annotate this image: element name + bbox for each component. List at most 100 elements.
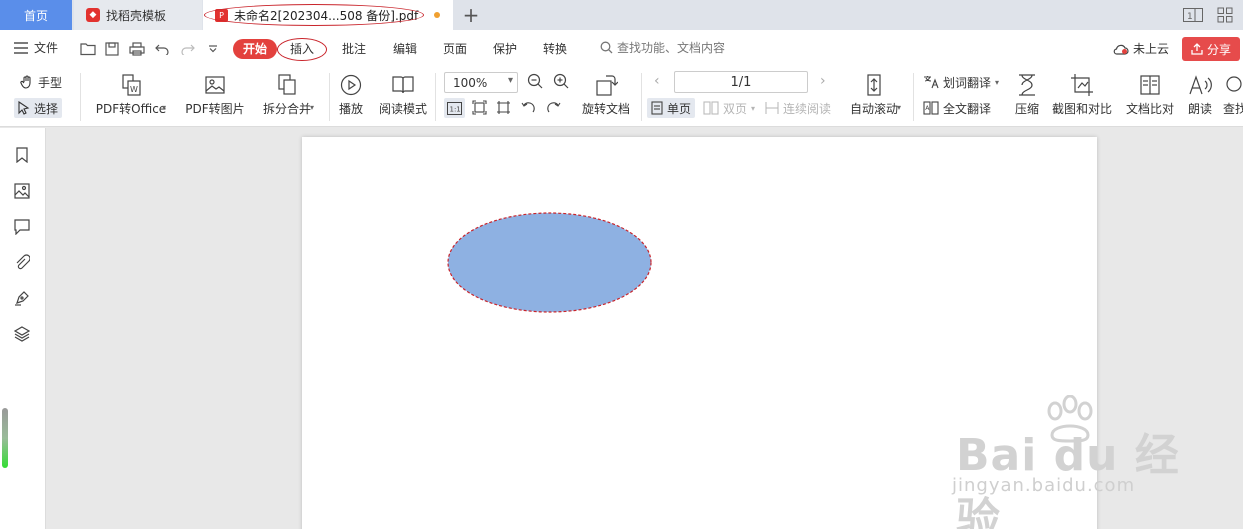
cursor-arrow-icon (18, 101, 30, 115)
pdf-to-office-label: PDF转Office (95, 102, 167, 116)
actual-size-icon[interactable]: 1:1 (444, 98, 465, 118)
tab-home-label: 首页 (23, 8, 48, 23)
word-translate-label: 划词翻译 (943, 75, 992, 90)
page-number-input[interactable]: 1/1 (674, 71, 808, 93)
watermark-url-text: jingyan.baidu.com (952, 475, 1136, 496)
word-translate-button[interactable]: 划词翻译 ▾ (923, 72, 999, 92)
fit-width-icon[interactable] (496, 100, 511, 118)
select-tool-button[interactable]: 选择 (14, 98, 63, 118)
compress-button[interactable]: 压缩 (1012, 72, 1042, 117)
grid-view-icon[interactable] (1214, 5, 1236, 25)
save-icon[interactable] (103, 40, 121, 58)
pdf-to-office-icon: W (118, 72, 144, 98)
play-label: 播放 (338, 102, 363, 116)
ribbon-toolbar: 手型 选择 W PDF转Office ▾ PDF转图片 拆分合并 ▾ 播放 阅读… (0, 67, 1243, 127)
menu-tab-page[interactable]: 页面 (443, 39, 467, 59)
select-tool-label: 选择 (34, 101, 59, 116)
full-translate-button[interactable]: A 全文翻译 (923, 98, 991, 118)
hand-tool-button[interactable]: 手型 (20, 72, 62, 92)
tab-home[interactable]: 首页 (0, 0, 72, 30)
menu-tab-annotate[interactable]: 批注 (342, 39, 366, 59)
feature-search-input[interactable]: 查找功能、文档内容 (600, 39, 725, 56)
auto-scroll-dropdown-icon[interactable]: ▾ (897, 103, 901, 112)
pdf-to-image-button[interactable]: PDF转图片 (184, 72, 246, 117)
docer-logo-icon: ◆ (86, 8, 100, 22)
watermark-main-text: Bai du 经验 (956, 430, 1180, 529)
play-button[interactable]: 播放 (336, 72, 366, 117)
layers-icon[interactable] (12, 324, 32, 344)
double-page-label: 双页 (723, 101, 748, 116)
thumbnail-icon[interactable] (12, 181, 32, 201)
new-tab-label: + (462, 3, 480, 27)
rotate-right-icon[interactable] (546, 100, 561, 118)
continuous-read-button[interactable]: 连续阅读 (765, 98, 831, 118)
file-menu-label: 文件 (34, 41, 59, 55)
cloud-status[interactable]: 未上云 (1113, 40, 1169, 57)
redo-icon[interactable] (179, 40, 197, 58)
doc-compare-button[interactable]: 文档比对 (1124, 72, 1176, 117)
unsaved-dot-icon (434, 12, 440, 18)
bookmark-icon[interactable] (12, 145, 32, 165)
split-merge-icon (274, 72, 300, 98)
next-page-icon[interactable]: › (820, 73, 826, 89)
menu-tab-convert[interactable]: 转换 (543, 39, 567, 59)
menu-tab-start[interactable]: 开始 (233, 39, 277, 59)
auto-scroll-button[interactable]: 自动滚动 (845, 72, 903, 117)
double-page-button[interactable]: 双页 ▾ (703, 98, 755, 118)
read-mode-label: 阅读模式 (378, 102, 427, 116)
tab-template[interactable]: ◆ 找稻壳模板 (74, 0, 202, 30)
search-icon (600, 41, 613, 54)
svg-text:1: 1 (1187, 12, 1193, 22)
find-label: 查找 (1223, 102, 1243, 116)
comment-icon[interactable] (12, 217, 32, 237)
play-icon (338, 72, 364, 98)
screenshot-compare-button[interactable]: 截图和对比 (1050, 72, 1114, 117)
signature-pen-icon[interactable] (12, 288, 32, 308)
share-button[interactable]: 分享 (1182, 37, 1240, 61)
zoom-select[interactable]: 100% ▾ (444, 72, 518, 93)
pdf-to-office-button[interactable]: W PDF转Office (92, 72, 170, 117)
read-aloud-label: 朗读 (1187, 102, 1212, 116)
toolbar-divider (329, 73, 330, 121)
rotate-document-button[interactable]: 旋转文档 (580, 72, 632, 117)
window-mode-icon[interactable]: 1 (1182, 5, 1204, 25)
prev-page-icon[interactable]: ‹ (654, 73, 660, 89)
doc-compare-label: 文档比对 (1125, 102, 1174, 116)
print-icon[interactable] (128, 40, 146, 58)
cloud-status-label: 未上云 (1133, 42, 1170, 56)
pdf-to-image-label: PDF转图片 (185, 102, 245, 116)
menu-tab-protect[interactable]: 保护 (493, 39, 517, 59)
find-button[interactable]: 查找 (1223, 72, 1243, 117)
full-translate-label: 全文翻译 (943, 101, 992, 116)
menu-bar: 文件 开始 插入 批注 编辑 页面 保护 转换 查找功能、文档内容 未上云 分享 (0, 30, 1243, 67)
split-merge-button[interactable]: 拆分合并 (258, 72, 316, 117)
find-icon (1223, 72, 1243, 98)
split-merge-dropdown-icon[interactable]: ▾ (310, 103, 314, 112)
read-mode-button[interactable]: 阅读模式 (377, 72, 429, 117)
open-folder-icon[interactable] (79, 40, 97, 58)
ellipse-shape[interactable] (447, 212, 652, 313)
full-translate-icon: A (923, 101, 939, 115)
fit-page-icon[interactable] (472, 100, 487, 118)
menu-tab-edit[interactable]: 编辑 (393, 39, 417, 59)
book-icon (390, 72, 416, 98)
compress-label: 压缩 (1014, 102, 1039, 116)
undo-icon[interactable] (153, 40, 171, 58)
quick-access-dropdown-icon[interactable] (204, 40, 222, 58)
attachment-icon[interactable] (12, 252, 32, 272)
rotate-left-icon[interactable] (521, 100, 536, 118)
file-menu-button[interactable]: 文件 (14, 39, 58, 56)
sidebar-scrollbar[interactable] (2, 408, 8, 468)
zoom-in-icon[interactable] (553, 73, 569, 92)
double-page-dropdown-icon: ▾ (751, 103, 756, 113)
zoom-out-icon[interactable] (527, 73, 543, 92)
tab-highlight-annotation (204, 4, 424, 26)
single-page-button[interactable]: 单页 (647, 98, 696, 118)
new-tab-button[interactable]: + (457, 0, 485, 30)
share-label: 分享 (1206, 42, 1231, 57)
rotate-document-icon (593, 72, 619, 98)
read-aloud-button[interactable]: 朗读 (1184, 72, 1216, 117)
single-page-label: 单页 (667, 101, 692, 116)
cloud-icon (1113, 44, 1129, 55)
pdf-to-office-dropdown-icon[interactable]: ▾ (162, 103, 166, 112)
